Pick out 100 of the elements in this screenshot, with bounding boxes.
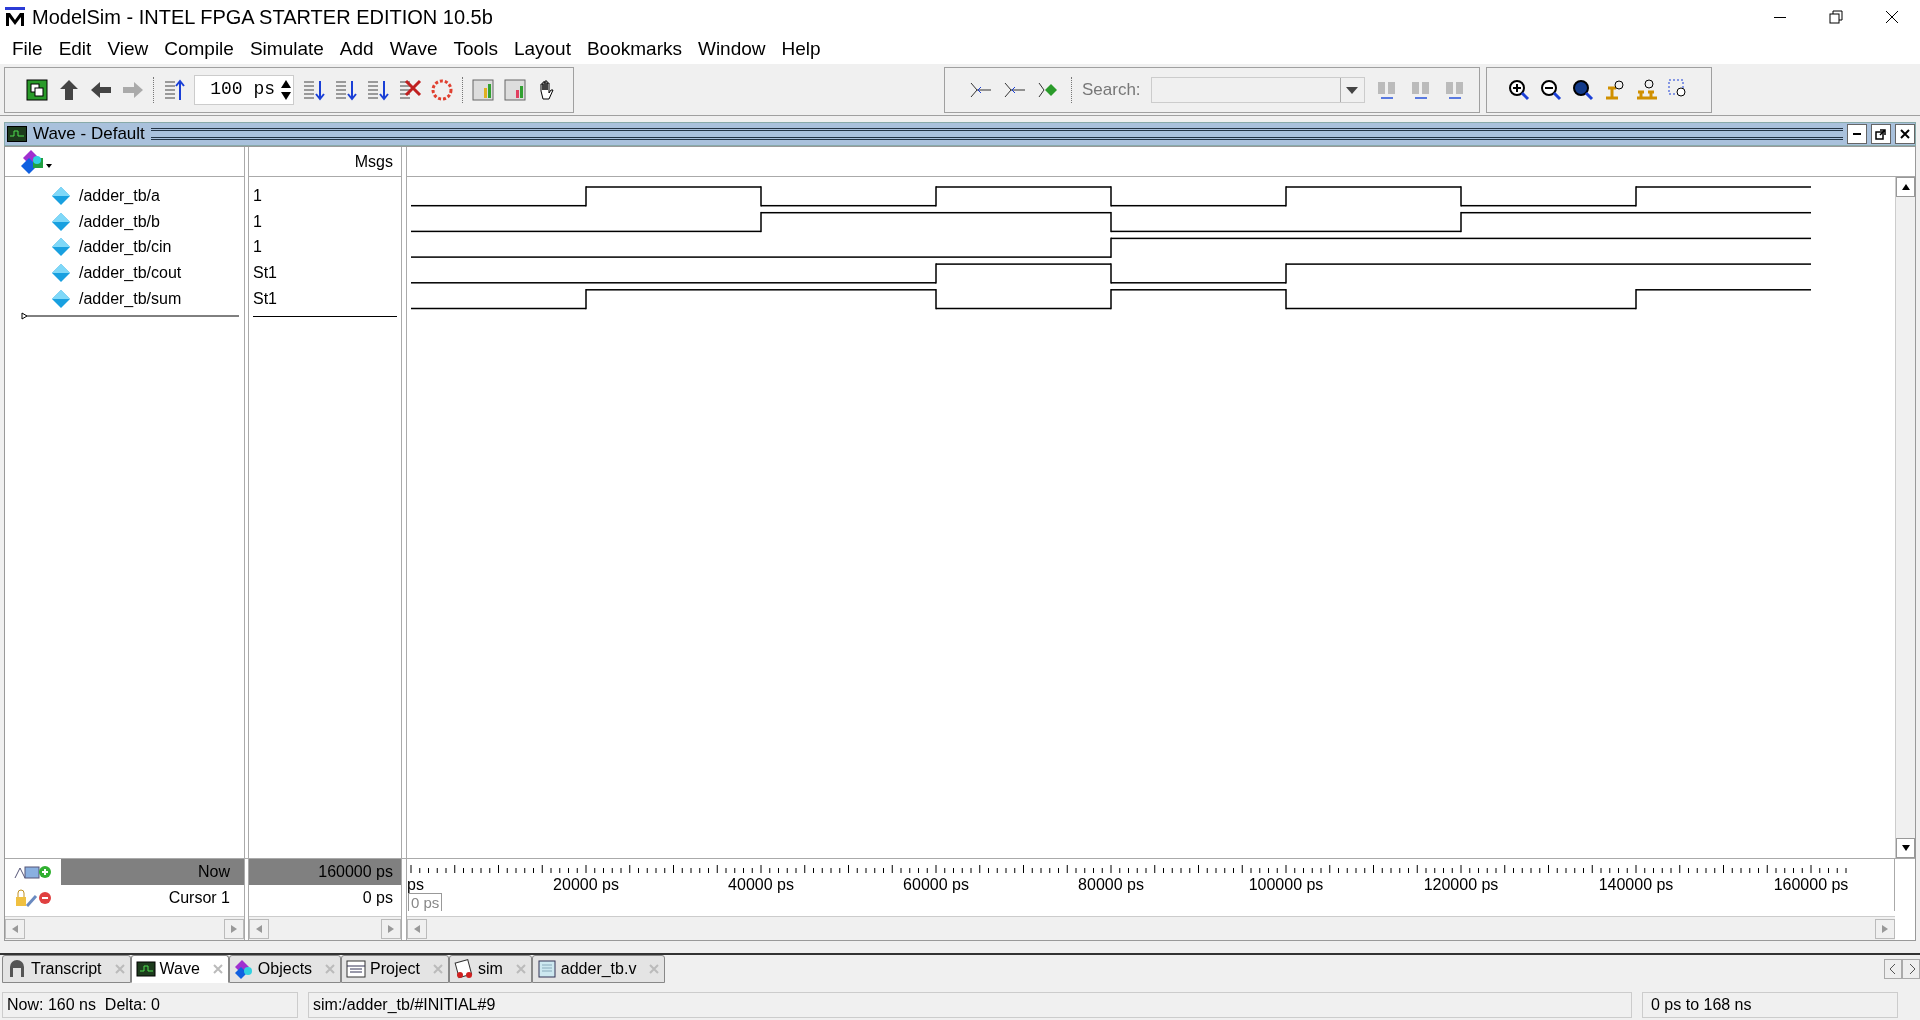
signal-name[interactable]: /adder_tb/cout: [79, 260, 182, 285]
menu-item[interactable]: Tools: [445, 34, 506, 64]
right-arrow-icon: [1881, 923, 1889, 934]
app-logo-icon: [4, 6, 26, 28]
menu-item[interactable]: View: [99, 34, 157, 64]
signal-name[interactable]: /adder_tb/sum: [79, 286, 182, 311]
menu-item[interactable]: Wave: [381, 34, 446, 64]
signal-diamond-icon: [51, 288, 71, 309]
time-label: ps: [407, 875, 424, 895]
now-label: Now: [61, 859, 244, 885]
tab-label: adder_tb.v: [560, 959, 637, 979]
close-icon: [1899, 128, 1911, 140]
status-range: 0 ps to 168 ns: [1642, 992, 1898, 1018]
stop-icon[interactable]: [430, 77, 454, 102]
signal-value: 1: [252, 185, 263, 206]
scroll-down-button[interactable]: [1896, 838, 1915, 858]
menu-item[interactable]: Help: [773, 34, 829, 64]
status-context: sim:/adder_tb/#INITIAL#9: [308, 992, 1632, 1018]
panel-tab[interactable]: sim: [448, 955, 532, 983]
panel-tab[interactable]: Wave: [130, 955, 229, 983]
signal-diamond-icon: [51, 211, 71, 232]
menu-item[interactable]: Edit: [50, 34, 100, 64]
search-field[interactable]: [1150, 76, 1365, 103]
menu-item[interactable]: Compile: [156, 34, 242, 64]
shapes-icon: [233, 959, 254, 979]
tab-label: Project: [370, 959, 420, 979]
tab-label: Wave: [159, 959, 200, 979]
right-arrow-icon: [230, 923, 238, 934]
break-icon[interactable]: [398, 77, 422, 102]
minimize-button[interactable]: [1847, 124, 1867, 144]
signal-diamond-icon: [51, 262, 71, 283]
left-arrow-icon: [413, 923, 421, 934]
chart-icon[interactable]: [503, 77, 527, 102]
time-label: 100000 ps: [1248, 875, 1324, 895]
scroll-icon: [453, 959, 474, 979]
cursor-label: Cursor 1: [167, 888, 231, 908]
zoom-in-icon[interactable]: [1506, 77, 1531, 102]
panel-tab[interactable]: Objects: [228, 955, 342, 983]
zoom-full-icon[interactable]: [1570, 77, 1595, 102]
menu-item[interactable]: File: [4, 34, 51, 64]
time-label: 160000 ps: [1773, 875, 1849, 895]
left-arrow-icon: [11, 923, 19, 934]
menu-item[interactable]: Add: [331, 34, 382, 64]
panel-tab[interactable]: Project: [341, 955, 449, 983]
zoom-out-icon[interactable]: [1538, 77, 1563, 102]
undock-button[interactable]: [1871, 124, 1891, 144]
down-arrow-icon: [1900, 844, 1911, 852]
wave-window-titlebar[interactable]: Wave - Default: [4, 122, 1916, 146]
wave-icon: [135, 959, 156, 979]
signal-diamond-icon: [51, 237, 71, 258]
undock-icon: [1875, 128, 1887, 140]
cursor-flag: 0 ps: [408, 893, 443, 911]
tab-label: Objects: [257, 959, 313, 979]
signal-name[interactable]: /adder_tb/cin: [79, 235, 172, 260]
time-label: 140000 ps: [1598, 875, 1674, 895]
cursor-time: 0 ps: [361, 888, 394, 908]
window-title: ModelSim - INTEL FPGA STARTER EDITION 10.5b: [32, 5, 493, 30]
scroll-up-button[interactable]: [1896, 177, 1915, 197]
run-length-field[interactable]: 100 ps: [194, 74, 294, 105]
restore-icon: [1827, 8, 1845, 26]
wave-icon: [7, 126, 27, 142]
time-label: 40000 ps: [728, 875, 794, 895]
search-label: Search:: [1082, 78, 1141, 101]
panel-tab[interactable]: adder_tb.v: [531, 955, 666, 983]
time-label: 60000 ps: [903, 875, 969, 895]
restart-icon[interactable]: [162, 77, 186, 102]
window-copy-icon[interactable]: [25, 77, 49, 102]
status-time: Now: 160 ns Delta: 0: [2, 992, 298, 1018]
column-header: Msgs: [354, 151, 393, 172]
menu-item[interactable]: Simulate: [241, 34, 332, 64]
signal-menu-icon[interactable]: [19, 147, 55, 176]
tab-label: Transcript: [31, 959, 102, 979]
signal-name[interactable]: /adder_tb/a: [79, 183, 160, 208]
wave-window-title: Wave - Default: [33, 123, 145, 146]
signal-diamond-icon: [51, 185, 71, 206]
signal-value: St1: [252, 288, 278, 309]
document-icon: [536, 959, 557, 979]
minimize-icon: [1774, 16, 1786, 18]
close-icon: [1883, 8, 1901, 26]
time-label: 120000 ps: [1423, 875, 1499, 895]
close-button[interactable]: [1895, 124, 1915, 144]
now-time: 160000 ps: [249, 859, 401, 885]
chart-icon[interactable]: [471, 77, 495, 102]
left-arrow-icon: [255, 923, 263, 934]
menu-item[interactable]: Bookmarks: [578, 34, 690, 64]
tab-label: sim: [477, 959, 503, 979]
time-label: 80000 ps: [1078, 875, 1144, 895]
menu-item[interactable]: Window: [689, 34, 774, 64]
headphones-icon: [7, 959, 27, 979]
right-arrow-icon: [387, 923, 395, 934]
grid-icon: [346, 959, 367, 979]
signal-value: St1: [252, 262, 278, 283]
signal-value: 1: [252, 237, 263, 258]
signal-name[interactable]: /adder_tb/b: [79, 209, 160, 234]
panel-tab[interactable]: Transcript: [2, 955, 131, 983]
zoom-cursors-icon[interactable]: [1634, 77, 1659, 102]
tab-scroll-icon[interactable]: [1884, 959, 1920, 979]
menu-item[interactable]: Layout: [505, 34, 579, 64]
time-label: 20000 ps: [553, 875, 619, 895]
up-arrow-icon: [1900, 183, 1911, 191]
